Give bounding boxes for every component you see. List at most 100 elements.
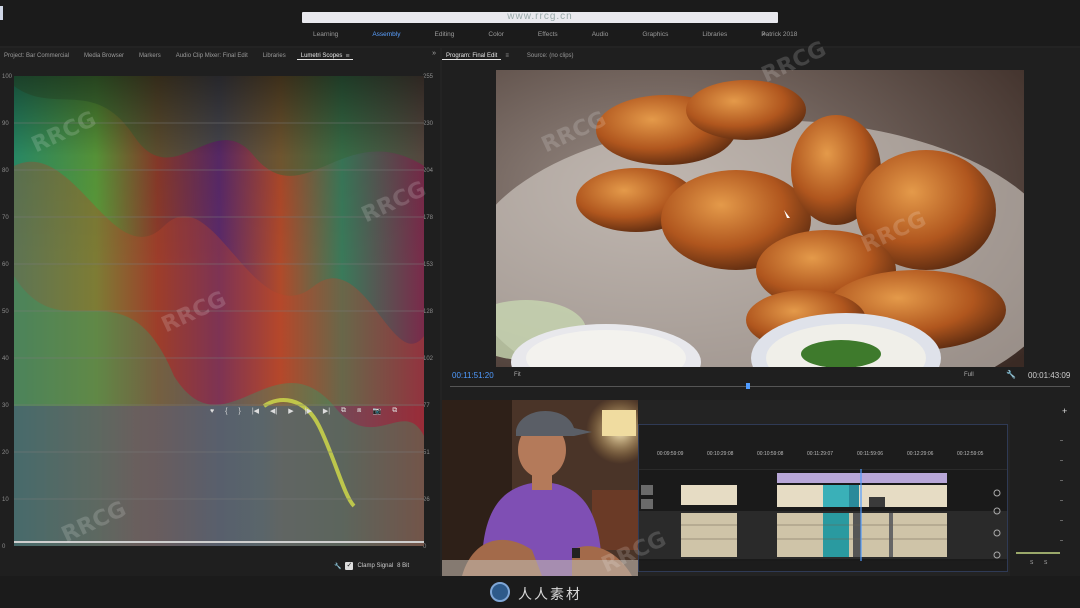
left-panel-tab-0[interactable]: Project: Bar Commercial [0, 53, 80, 59]
timeline-tracks [639, 468, 1007, 561]
left-panel-tabs: Project: Bar Commercial Media Browser Mark… [0, 48, 440, 64]
timeline-panel: 00:09:59:09 00:10:29:08 00:10:59:08 00:11:2… [638, 424, 1008, 572]
program-scrub-bar[interactable] [450, 383, 1070, 392]
left-panel-tab-2[interactable]: Markers [135, 53, 172, 59]
play-icon[interactable]: ▶ [288, 407, 293, 415]
program-controls: 00:11:51:20 Fit Full 🔧 00:01:43:09 [442, 368, 1080, 400]
program-monitor-tabs: Program: Final Edit ≡ Source: (no clips) [442, 48, 1080, 64]
wrench-icon[interactable]: 🔧 [334, 563, 341, 570]
add-button-icon[interactable]: + [1062, 406, 1067, 416]
scope-right-tick-label: 178 [423, 215, 434, 221]
scope-right-tick-label: 153 [423, 262, 434, 268]
mark-out-icon[interactable]: } [239, 408, 241, 415]
scope-right-tick-label: 26 [423, 497, 430, 503]
clamp-signal-checkbox[interactable]: ✓ [345, 562, 354, 570]
duration-timecode: 00:01:43:09 [1028, 371, 1071, 380]
workspace-tabs: Learning Assembly Editing Color Effects Audio… [296, 28, 814, 42]
scope-right-tick-label: 102 [423, 356, 434, 362]
scope-right-tick-label: 77 [423, 403, 430, 409]
panel-menu-icon[interactable]: ≡ [345, 53, 349, 60]
scope-left-tick-label: 10 [2, 497, 9, 503]
premiere-app: www.rrcg.cn Learning Assembly Editing Color… [0, 0, 1080, 608]
add-marker-icon[interactable]: ♥ [210, 408, 214, 415]
program-monitor-panel: Program: Final Edit≡ Source: (no clips) [442, 48, 1080, 400]
meter-label-right: S [1044, 560, 1048, 566]
workspace-more-button[interactable]: » [762, 28, 766, 42]
presenter-webcam [442, 400, 638, 576]
timeline-ruler-label: 00:10:59:08 [757, 451, 784, 457]
title-bar: www.rrcg.cn [302, 11, 778, 23]
left-panel-tab-3[interactable]: Audio Clip Mixer: Final Edit [172, 53, 259, 59]
resolution-select[interactable]: Full [964, 372, 974, 378]
left-panel-tab-4[interactable]: Libraries [259, 53, 297, 59]
workspace-tab-5[interactable]: Audio [575, 28, 626, 42]
monitor-settings-wrench-icon[interactable]: 🔧 [1006, 370, 1016, 379]
workspace-tab-4[interactable]: Effects [521, 28, 575, 42]
waveform-graphic [14, 76, 424, 546]
scope-right-tick-label: 204 [423, 168, 434, 174]
workspace-tab-1[interactable]: Assembly [355, 28, 417, 42]
export-frame-icon[interactable]: 📷 [373, 407, 382, 415]
timeline-ruler-label: 00:10:29:08 [707, 451, 734, 457]
zoom-fit-select[interactable]: Fit [514, 372, 521, 378]
program-video-frame [496, 70, 1024, 367]
logo-icon [490, 582, 510, 602]
left-panel-more-button[interactable]: » [432, 50, 436, 57]
scope-left-tick-label: 20 [2, 450, 9, 456]
workspace-tab-6[interactable]: Graphics [625, 28, 685, 42]
scope-left-tick-label: 70 [2, 215, 9, 221]
timeline-ruler[interactable]: 00:09:59:09 00:10:29:08 00:10:59:08 00:11:2… [639, 425, 1007, 467]
lumetri-scopes-panel: Project: Bar Commercial Media Browser Mark… [0, 48, 440, 576]
scope-left-tick-label: 0 [2, 544, 6, 550]
bottom-bar: 人人素材 [0, 576, 1080, 608]
compare-icon[interactable]: ⧉ [392, 407, 397, 415]
logo-text: 人人素材 [518, 587, 582, 603]
workspace-tab-7[interactable]: Libraries [685, 28, 744, 42]
bit-depth-select[interactable]: 8 Bit [397, 563, 409, 569]
scope-right-tick-label: 230 [423, 121, 434, 127]
go-to-out-icon[interactable]: ▶| [323, 407, 330, 415]
program-monitor-tab-1[interactable]: Source: (no clips) [523, 53, 578, 59]
scope-left-tick-label: 30 [2, 403, 9, 409]
scope-left-tick-label: 50 [2, 309, 9, 315]
left-panel-tab-1[interactable]: Media Browser [80, 53, 135, 59]
lift-icon[interactable]: ⧉ [341, 407, 346, 415]
go-to-in-icon[interactable]: |◀ [252, 407, 259, 415]
audio-meter-graphic: S S + [1016, 406, 1067, 566]
timeline-ruler-label: 00:09:59:09 [657, 451, 684, 457]
meter-label-left: S [1030, 560, 1034, 566]
presenter-image [442, 400, 638, 576]
program-monitor-tab-0[interactable]: Program: Final Edit [442, 53, 502, 60]
scope-left-tick-label: 60 [2, 262, 9, 268]
clamp-signal-label: Clamp Signal [357, 563, 394, 569]
scope-right-tick-label: 255 [423, 74, 434, 80]
audio-meters: S S + [1010, 400, 1080, 576]
scope-left-tick-label: 40 [2, 356, 9, 362]
window-edge-marker [0, 6, 3, 20]
scope-left-tick-label: 100 [2, 74, 13, 80]
extract-icon[interactable]: ⧈ [357, 407, 361, 415]
scope-left-tick-label: 80 [2, 168, 9, 174]
program-panel-menu-icon[interactable]: ≡ [501, 53, 513, 59]
step-forward-icon[interactable]: |▶ [305, 407, 312, 415]
workspace-tab-8[interactable]: Patrick 2018 [744, 28, 814, 42]
step-back-icon[interactable]: ◀| [270, 407, 277, 415]
timeline-ruler-label: 00:11:59:06 [857, 451, 884, 457]
title-url-text: www.rrcg.cn [507, 11, 573, 22]
scope-right-tick-label: 128 [423, 309, 434, 315]
current-timecode[interactable]: 00:11:51:20 [452, 371, 494, 380]
mark-in-icon[interactable]: { [225, 408, 227, 415]
workspace-tab-2[interactable]: Editing [418, 28, 472, 42]
timeline-ruler-label: 00:11:29:07 [807, 451, 834, 457]
scope-footer: 🔧 ✓ Clamp Signal 8 Bit [334, 560, 409, 572]
timeline-clips [639, 468, 1007, 561]
workspace-tab-0[interactable]: Learning [296, 28, 355, 42]
workspace-tab-3[interactable]: Color [471, 28, 521, 42]
chicken-wings-image [496, 70, 1024, 367]
scope-left-tick-label: 90 [2, 121, 9, 127]
transport-controls: ♥ {} |◀ ◀| ▶ |▶ ▶| ⧉ ⧈ 📷 ⧉ [210, 404, 397, 418]
scrub-playhead[interactable] [746, 383, 750, 389]
timeline-ruler-label: 00:12:59:05 [957, 451, 984, 457]
timeline-ruler-label: 00:12:29:06 [907, 451, 934, 457]
scope-right-tick-label: 51 [423, 450, 430, 456]
